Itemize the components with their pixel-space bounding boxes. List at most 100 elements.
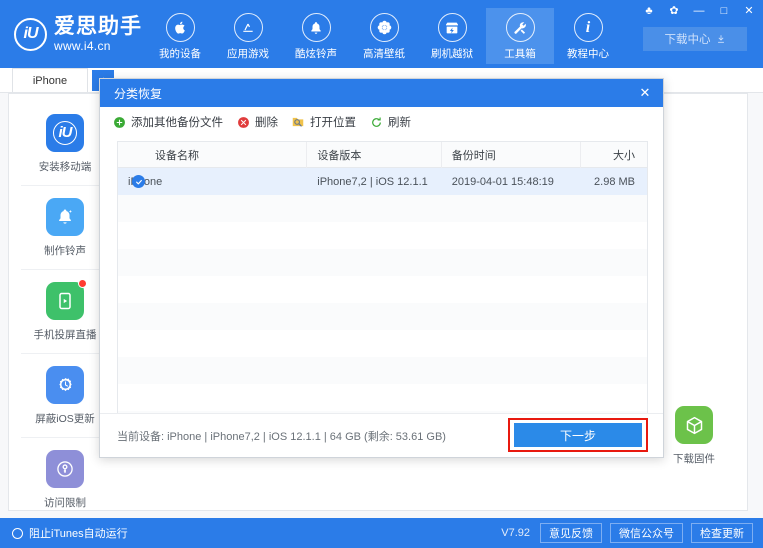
brand-logo-text: iU [24, 25, 38, 43]
add-circle-icon [112, 115, 126, 129]
tool-label: 安装移动端 [39, 159, 92, 174]
tool-item-make-ringtone[interactable]: 制作铃声 [21, 186, 109, 270]
tool-label: 手机投屏直播 [34, 327, 97, 342]
nav-item-wallpapers[interactable]: 高清壁纸 [350, 8, 418, 64]
dialog-titlebar: 分类恢复 ✕ [100, 79, 663, 107]
cell-device-version: iPhone7,2 | iOS 12.1.1 [307, 168, 441, 195]
nav-label: 高清壁纸 [363, 46, 405, 61]
tool-item-install-mobile[interactable]: iU 安装移动端 [21, 102, 109, 186]
nav-item-tutorials[interactable]: i 教程中心 [554, 8, 622, 64]
nav-label: 工具箱 [504, 46, 536, 61]
table-empty-row [118, 303, 647, 330]
close-icon[interactable]: ✕ [743, 5, 755, 17]
i4-logo-icon: iU [14, 18, 47, 51]
refresh-icon [369, 115, 383, 129]
toolbar-label: 打开位置 [310, 114, 356, 130]
open-location-button[interactable]: 打开位置 [291, 114, 356, 130]
dialog-close-icon[interactable]: ✕ [635, 83, 655, 103]
block-itunes-toggle[interactable]: 阻止iTunes自动运行 [12, 525, 128, 541]
flower-icon [370, 13, 399, 42]
appstore-icon [234, 13, 263, 42]
category-restore-dialog: 分类恢复 ✕ 添加其他备份文件 删除 [99, 78, 664, 458]
tool-item-screen-cast[interactable]: 手机投屏直播 [21, 270, 109, 354]
nav-label: 我的设备 [159, 46, 201, 61]
nav-label: 刷机越狱 [431, 46, 473, 61]
column-header-device-name: 设备名称 [118, 142, 307, 168]
nav-item-my-device[interactable]: 我的设备 [146, 8, 214, 64]
radio-circle-icon [12, 528, 23, 539]
download-arrow-icon [716, 34, 726, 44]
flash-box-icon [438, 13, 467, 42]
apple-icon [166, 13, 195, 42]
nav-item-jailbreak[interactable]: 刷机越狱 [418, 8, 486, 64]
delete-button[interactable]: 删除 [236, 114, 278, 130]
nav-label: 酷炫铃声 [295, 46, 337, 61]
toolbar-label: 刷新 [388, 114, 411, 130]
device-tab-iphone[interactable]: iPhone [12, 68, 88, 92]
minimize-icon[interactable]: — [693, 5, 705, 17]
brand-logo-block: iU 爱思助手 www.i4.cn [14, 16, 142, 52]
device-tab-label: iPhone [33, 75, 67, 87]
next-button[interactable]: 下一步 [514, 423, 642, 447]
open-location-icon [291, 115, 305, 129]
tool-label: 屏蔽iOS更新 [35, 411, 95, 426]
table-empty-row [118, 249, 647, 276]
feedback-button[interactable]: 意见反馈 [540, 523, 602, 543]
nav-label: 应用游戏 [227, 46, 269, 61]
notification-badge [78, 279, 87, 288]
app-window: iU 爱思助手 www.i4.cn 我的设备 应用游戏 [0, 0, 763, 548]
status-bar: 阻止iTunes自动运行 V7.92 意见反馈 微信公众号 检查更新 [0, 518, 763, 548]
download-center-label: 下载中心 [665, 31, 711, 47]
status-bar-actions: V7.92 意见反馈 微信公众号 检查更新 [501, 523, 753, 543]
row-checkbox-checked-icon[interactable] [132, 175, 145, 188]
screen-cast-icon [46, 282, 84, 320]
tool-item-block-ios-update[interactable]: 屏蔽iOS更新 [21, 354, 109, 438]
column-header-backup-time: 备份时间 [442, 142, 581, 168]
toolbar-label: 删除 [255, 114, 278, 130]
cell-size: 2.98 MB [581, 168, 647, 195]
window-controls: ♣ ✿ — □ ✕ [643, 5, 755, 17]
nav-item-toolbox[interactable]: 工具箱 [486, 8, 554, 64]
tool-item-access-restriction[interactable]: 访问限制 [21, 438, 109, 522]
check-update-button[interactable]: 检查更新 [691, 523, 753, 543]
table-empty-row [118, 195, 647, 222]
nav-item-apps-games[interactable]: 应用游戏 [214, 8, 282, 64]
access-key-icon [46, 450, 84, 488]
add-backup-file-button[interactable]: 添加其他备份文件 [112, 114, 223, 130]
table-empty-row [118, 330, 647, 357]
app-header: iU 爱思助手 www.i4.cn 我的设备 应用游戏 [0, 0, 763, 68]
cell-backup-time: 2019-04-01 15:48:19 [442, 168, 581, 195]
nav-label: 教程中心 [567, 46, 609, 61]
refresh-button[interactable]: 刷新 [369, 114, 411, 130]
toolbox-left-column: iU 安装移动端 制作铃声 手机投屏直播 [21, 102, 109, 522]
settings-icon[interactable]: ✿ [668, 5, 680, 17]
column-header-size: 大小 [581, 142, 647, 168]
version-label: V7.92 [501, 527, 530, 539]
dialog-toolbar: 添加其他备份文件 删除 打开位置 [100, 107, 663, 137]
next-button-highlight: 下一步 [508, 418, 648, 452]
wrench-icon [506, 13, 535, 42]
download-center-button[interactable]: 下载中心 [643, 27, 747, 51]
skin-icon[interactable]: ♣ [643, 5, 655, 17]
tool-label: 访问限制 [44, 495, 86, 510]
brand-url: www.i4.cn [54, 40, 142, 52]
table-empty-row [118, 276, 647, 303]
column-header-device-version: 设备版本 [307, 142, 441, 168]
table-row[interactable]: iPhone iPhone7,2 | iOS 12.1.1 2019-04-01… [118, 168, 647, 195]
content-area: iU 安装移动端 制作铃声 手机投屏直播 [0, 93, 763, 518]
block-update-icon [46, 366, 84, 404]
table-header-row: 设备名称 设备版本 备份时间 大小 [118, 142, 647, 168]
tool-label: 下载固件 [673, 451, 715, 466]
table-empty-row [118, 357, 647, 384]
backup-table: 设备名称 设备版本 备份时间 大小 iPhone iPhone7,2 | iOS… [117, 141, 648, 421]
ringtone-bell-icon [46, 198, 84, 236]
main-nav: 我的设备 应用游戏 酷炫铃声 高清壁纸 [146, 8, 622, 64]
toolbar-label: 添加其他备份文件 [131, 114, 223, 130]
wechat-button[interactable]: 微信公众号 [610, 523, 683, 543]
nav-item-ringtones[interactable]: 酷炫铃声 [282, 8, 350, 64]
table-empty-row [118, 384, 647, 411]
table-empty-row [118, 222, 647, 249]
maximize-icon[interactable]: □ [718, 5, 730, 17]
current-device-info: 当前设备: iPhone | iPhone7,2 | iOS 12.1.1 | … [117, 428, 446, 444]
cell-device-name: iPhone [118, 168, 307, 195]
